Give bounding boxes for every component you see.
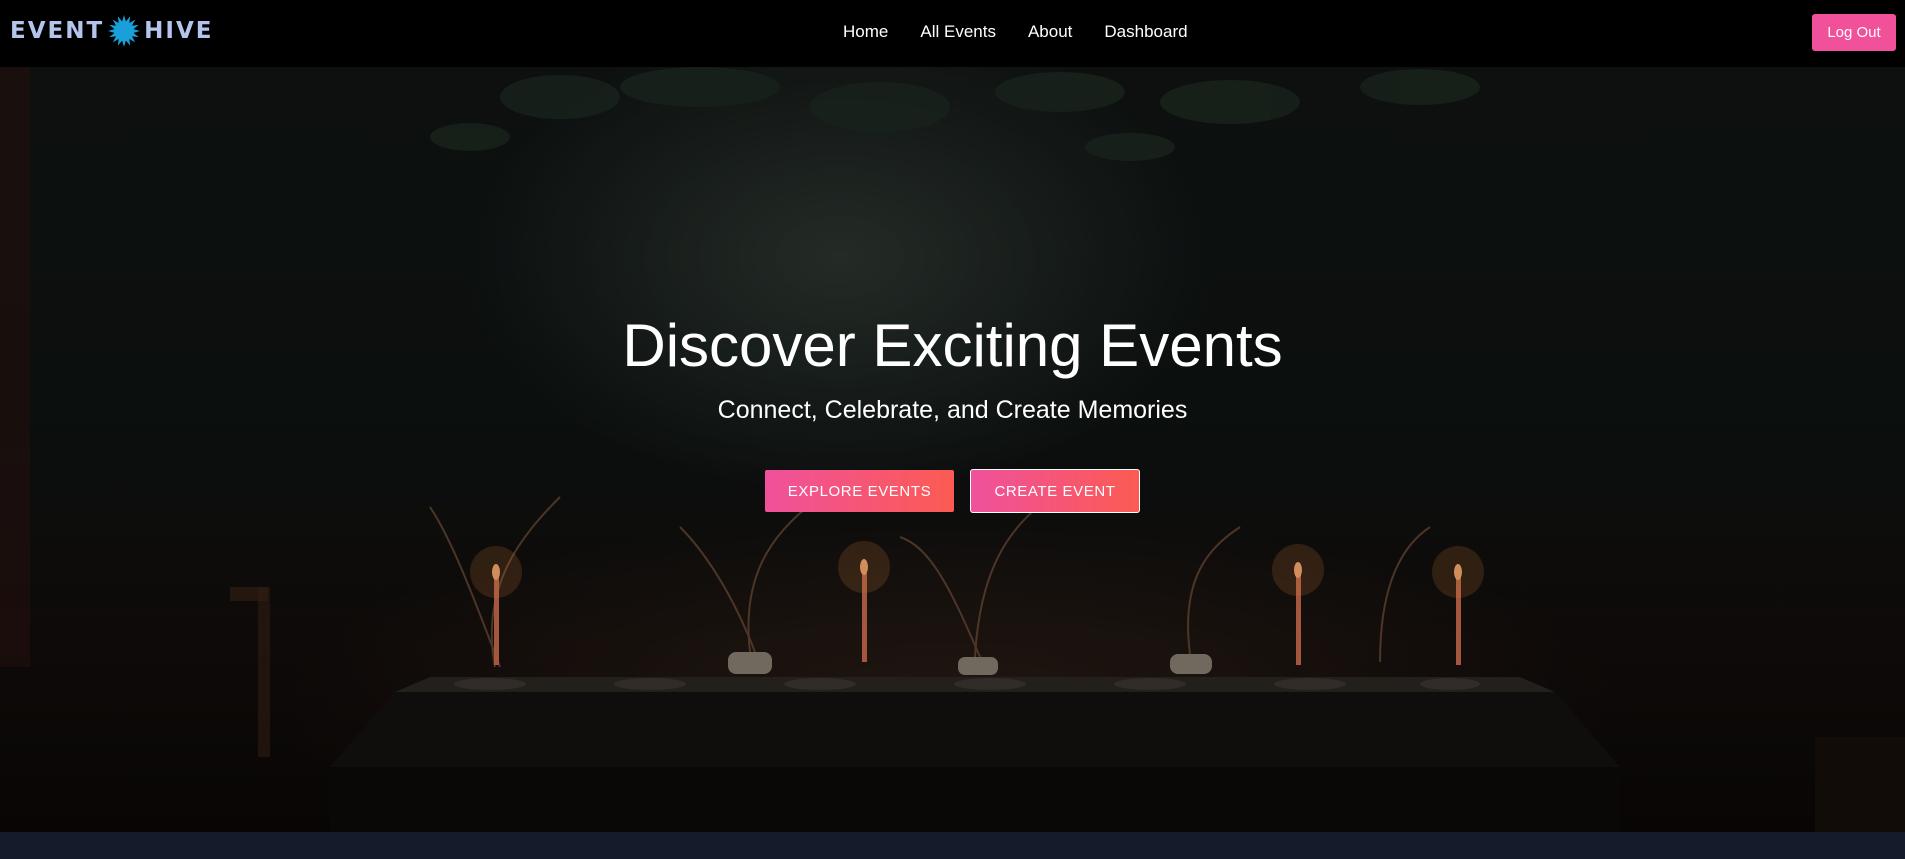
hero-title: Discover Exciting Events — [622, 312, 1283, 379]
logout-button[interactable]: Log Out — [1812, 14, 1896, 51]
hero-overlay — [0, 67, 1905, 832]
nav-link-dashboard[interactable]: Dashboard — [1104, 21, 1187, 42]
brand-left-text: EVENT — [10, 18, 105, 44]
brand-logo[interactable]: EVENT HIVE — [10, 15, 214, 47]
brand-right-text: HIVE — [144, 18, 214, 44]
next-section-strip — [0, 832, 1905, 859]
navbar: EVENT HIVE Home All Events About Dashboa… — [0, 0, 1905, 67]
hero-section: Discover Exciting Events Connect, Celebr… — [0, 67, 1905, 832]
nav-link-home[interactable]: Home — [843, 21, 888, 42]
explore-events-button[interactable]: EXPLORE EVENTS — [765, 470, 954, 512]
nav-link-about[interactable]: About — [1028, 21, 1072, 42]
hero-subtitle: Connect, Celebrate, and Create Memories — [717, 396, 1188, 424]
nav-link-all-events[interactable]: All Events — [920, 21, 996, 42]
gear-sun-icon — [107, 14, 141, 48]
main-nav: Home All Events About Dashboard — [843, 21, 1188, 42]
create-event-button[interactable]: CREATE EVENT — [970, 469, 1140, 513]
